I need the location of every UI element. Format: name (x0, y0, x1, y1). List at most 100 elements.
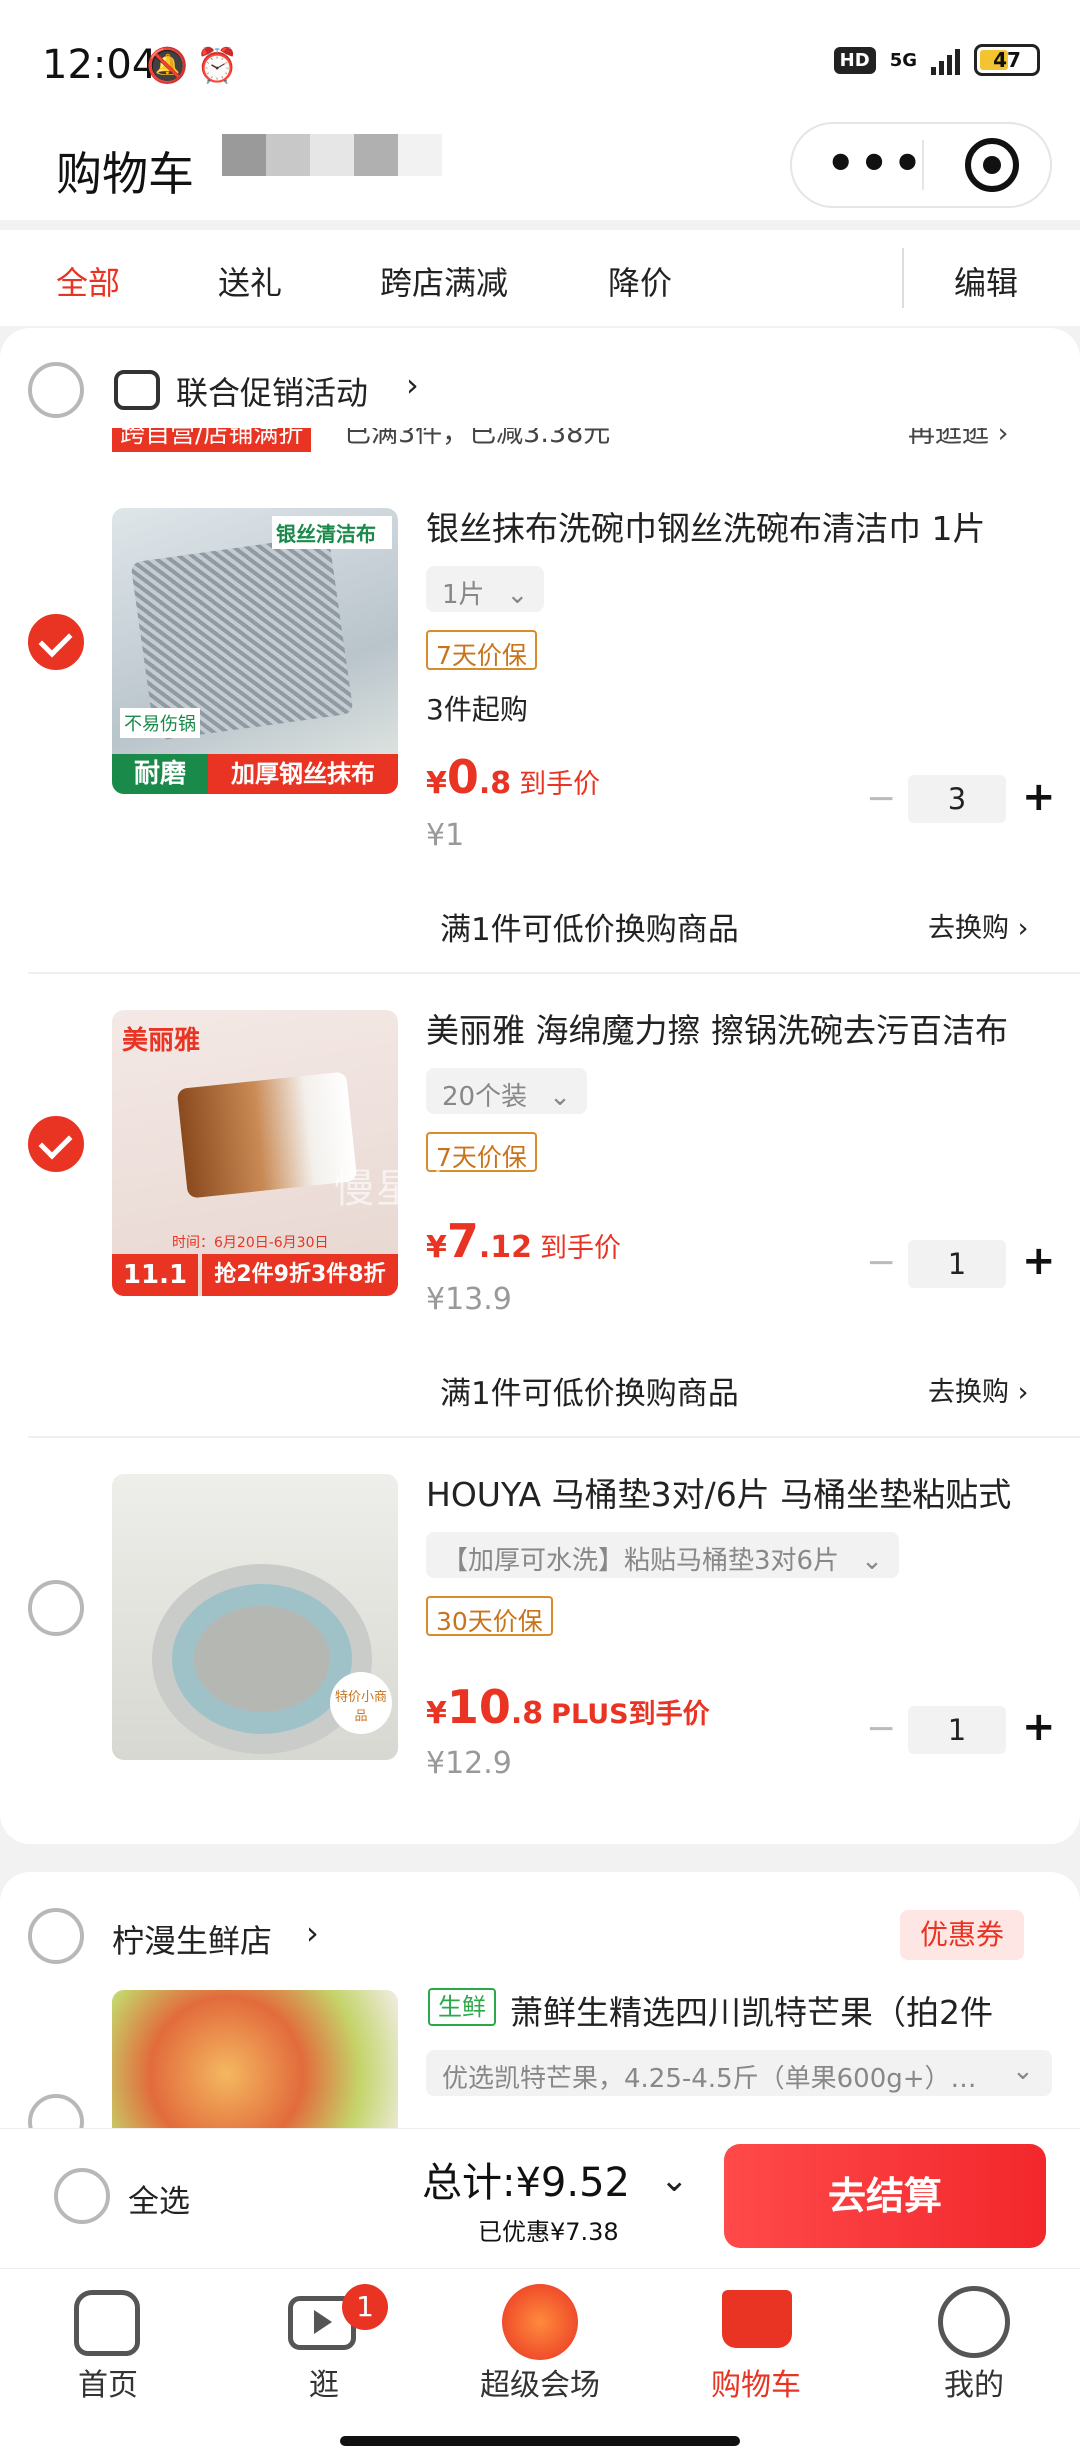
item-checkbox[interactable] (28, 1116, 84, 1172)
price-currency: ¥ (426, 1230, 447, 1265)
image-date: 时间：6月20日-6月30日 (172, 1235, 329, 1251)
chevron-down-icon: ⌄ (549, 1082, 571, 1112)
qty-minus-button[interactable]: − (866, 778, 896, 819)
promo-tag: 跨自营/店铺满折 (112, 428, 312, 452)
variant-label: 优选凯特芒果，4.25-4.5斤（单果600g+）… (442, 2064, 977, 2094)
variant-selector[interactable]: 优选凯特芒果，4.25-4.5斤（单果600g+）… (426, 2050, 1052, 2096)
variant-selector[interactable]: 1片 ⌄ (426, 566, 545, 612)
image-badge-right: 抢2件9折3件8折 (202, 1254, 398, 1296)
chevron-down-icon: ⌄ (1012, 2056, 1034, 2086)
variant-selector[interactable]: 【加厚可水洗】粘贴马桶垫3对6片 ⌄ (426, 1532, 899, 1578)
home-icon[interactable] (74, 2290, 140, 2356)
variant-label: 【加厚可水洗】粘贴马桶垫3对6片 (442, 1546, 840, 1576)
row-divider (28, 972, 1080, 974)
battery-icon: 47 (974, 44, 1040, 76)
price-note: 到手价 (540, 1233, 622, 1264)
qty-plus-button[interactable]: + (1022, 1704, 1056, 1750)
price-decimal: .12 (478, 1230, 533, 1265)
close-target-icon[interactable] (965, 138, 1019, 192)
original-price: ¥13.9 (426, 1282, 512, 1317)
more-icon[interactable]: ••• (826, 136, 926, 190)
image-brand: 美丽雅 (122, 1026, 201, 1056)
qty-plus-button[interactable]: + (1022, 1238, 1056, 1284)
item-checkbox[interactable] (28, 614, 84, 670)
play-triangle-icon (314, 2310, 332, 2334)
chevron-down-icon[interactable]: ⌄ (660, 2160, 689, 2200)
tab-gift[interactable]: 送礼 (218, 258, 282, 304)
product-image[interactable]: 银丝清洁布 不易伤锅 耐磨 加厚钢丝抹布 (112, 508, 398, 794)
tab-divider (902, 248, 904, 308)
store-checkbox[interactable] (28, 1908, 84, 1964)
price-guarantee-badge: 7天价保 (426, 630, 537, 670)
promo-strip: 跨自营/店铺满折 已满3件，已减3.38元 再逛逛 › (0, 428, 1080, 460)
profile-icon[interactable] (938, 2286, 1010, 2358)
nav-cart-label[interactable]: 购物车 (676, 2360, 836, 2404)
price-note: PLUS到手价 (551, 1699, 710, 1730)
seat-pad-graphic (172, 1584, 352, 1734)
product-title[interactable]: 萧鲜生精选四川凯特芒果（拍2件 (510, 1986, 1050, 2034)
qty-input[interactable]: 3 (908, 775, 1006, 823)
chevron-down-icon: ⌄ (861, 1546, 883, 1576)
mute-icon: 🔕 (146, 46, 189, 86)
min-buy-label: 3件起购 (426, 693, 528, 726)
original-price: ¥12.9 (426, 1746, 512, 1781)
nav-home-label[interactable]: 首页 (28, 2360, 188, 2404)
discount-label: 已优惠¥7.38 (478, 2218, 619, 2246)
price-currency: ¥ (426, 1696, 447, 1731)
edit-button[interactable]: 编辑 (954, 258, 1018, 304)
page-title: 购物车 (56, 147, 194, 201)
exchange-offer-text: 满1件可低价换购商品 (440, 912, 739, 948)
tab-price-drop[interactable]: 降价 (608, 258, 672, 304)
exchange-link[interactable]: 去换购 › (928, 1370, 1028, 1409)
price-note: 到手价 (519, 769, 601, 800)
fresh-tag: 生鲜 (428, 1988, 496, 2026)
promo-link[interactable]: 再逛逛 › (908, 428, 1008, 452)
variant-selector[interactable]: 20个装 ⌄ (426, 1068, 587, 1114)
promo-icon (114, 370, 160, 410)
qty-input[interactable]: 1 (908, 1706, 1006, 1754)
variant-label: 20个装 (442, 1082, 528, 1112)
checkout-button[interactable]: 去结算 (724, 2144, 1046, 2248)
status-time: 12:04 (42, 42, 158, 88)
tab-all[interactable]: 全部 (56, 258, 120, 304)
qty-minus-button[interactable]: − (866, 1242, 896, 1283)
tab-cross-store[interactable]: 跨店满减 (380, 258, 508, 304)
price-guarantee-badge: 30天价保 (426, 1596, 553, 1636)
nav-venue-label[interactable]: 超级会场 (460, 2360, 620, 2404)
image-side-label: 不易伤锅 (120, 708, 200, 738)
price-integer: 0 (446, 750, 479, 804)
signal-icon (931, 45, 960, 75)
qty-minus-button[interactable]: − (866, 1708, 896, 1749)
product-image[interactable] (112, 1990, 398, 2130)
price: ¥10.8 PLUS到手价 (426, 1680, 710, 1734)
filter-tabs (0, 230, 1080, 326)
image-badge-left: 11.1 (112, 1254, 198, 1296)
qty-plus-button[interactable]: + (1022, 774, 1056, 820)
select-all-checkbox[interactable] (54, 2168, 110, 2224)
item-checkbox[interactable] (28, 1580, 84, 1636)
exchange-offer-text: 满1件可低价换购商品 (440, 1376, 739, 1412)
select-all-label[interactable]: 全选 (128, 2176, 190, 2221)
venue-icon[interactable] (502, 2284, 578, 2360)
product-image[interactable]: 美丽雅 时间：6月20日-6月30日 11.1 抢2件9折3件8折 (112, 1010, 398, 1296)
nav-profile-label[interactable]: 我的 (894, 2360, 1054, 2404)
product-title[interactable]: 银丝抹布洗碗巾钢丝洗碗布清洁巾 1片 (426, 502, 1080, 550)
store-name[interactable]: 柠漫生鲜店 (112, 1916, 272, 1962)
product-title[interactable]: 美丽雅 海绵魔力擦 擦锅洗碗去污百洁布 (426, 1004, 1080, 1052)
nav-browse-label[interactable]: 逛 (244, 2360, 404, 2404)
product-title[interactable]: HOUYA 马桶垫3对/6片 马桶坐垫粘贴式 (426, 1468, 1080, 1516)
price-decimal: .8 (478, 766, 512, 801)
variant-label: 1片 (442, 580, 485, 610)
qty-input[interactable]: 1 (908, 1240, 1006, 1288)
promo-title[interactable]: 联合促销活动 (176, 368, 368, 414)
store-checkbox[interactable] (28, 362, 84, 418)
status-icons: HD 5G 47 (833, 44, 1040, 76)
exchange-link[interactable]: 去换购 › (928, 906, 1028, 945)
network-label: 5G (889, 49, 917, 71)
total-price: 总计:¥9.52 (422, 2160, 630, 2206)
product-image[interactable]: 特价小商品 (112, 1474, 398, 1760)
cart-icon[interactable] (722, 2290, 792, 2348)
image-badge: 特价小商品 (330, 1672, 392, 1734)
capsule-divider (922, 140, 924, 190)
coupon-button[interactable]: 优惠券 (900, 1910, 1025, 1960)
